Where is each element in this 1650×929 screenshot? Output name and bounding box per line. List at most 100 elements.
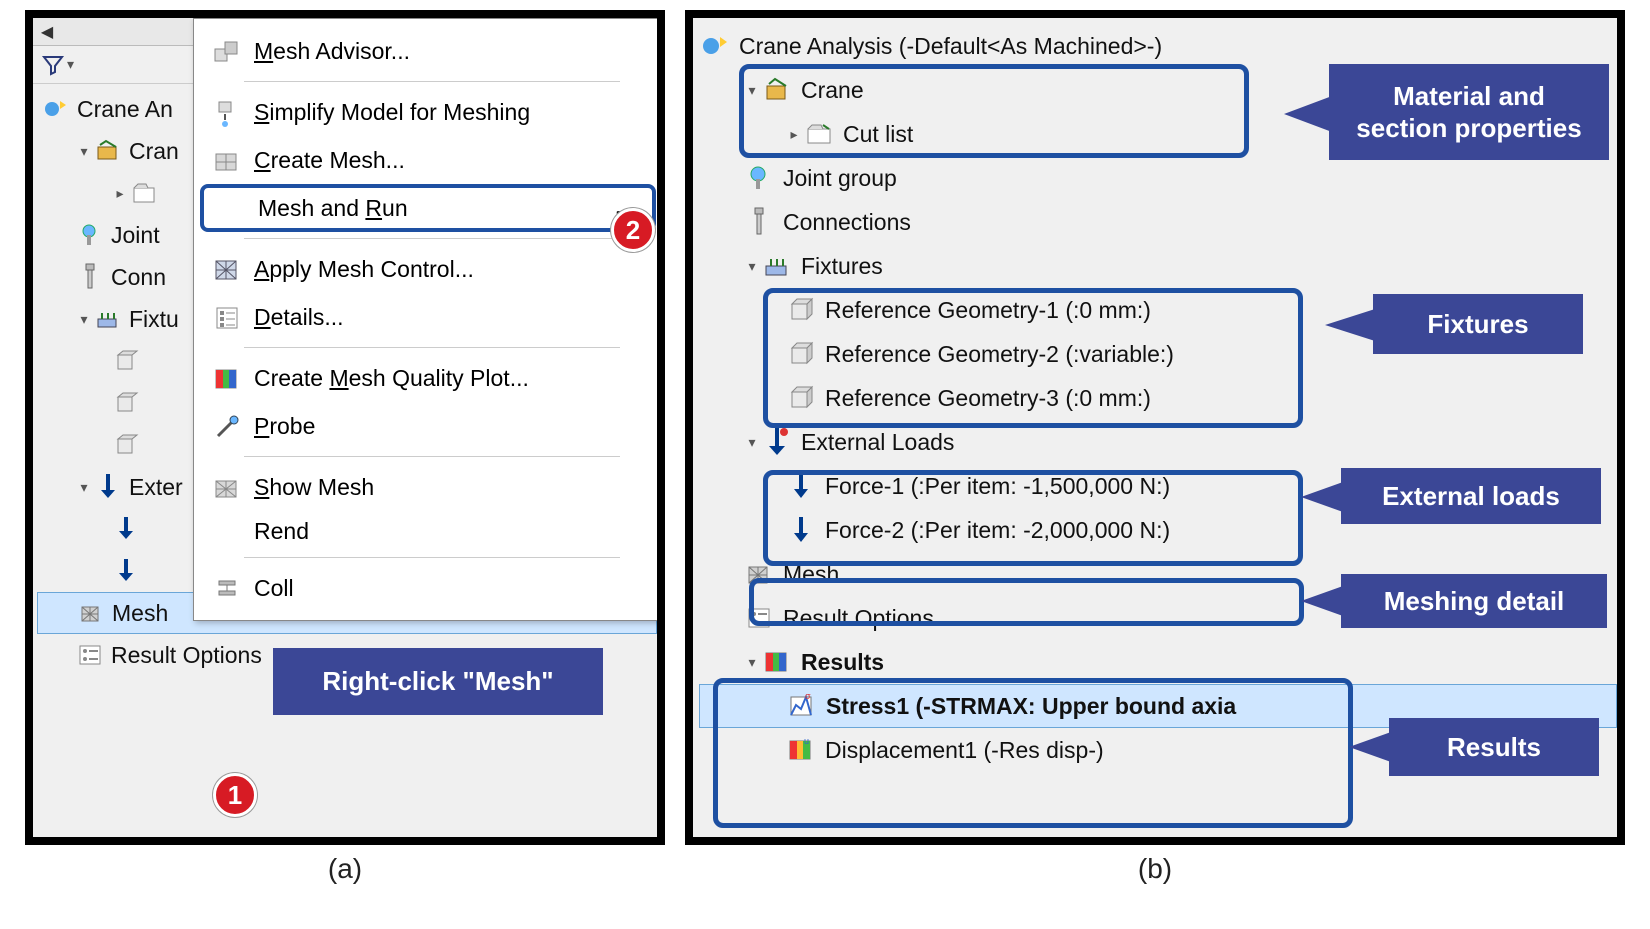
results-icon — [761, 646, 793, 678]
mesh-icon — [210, 471, 244, 505]
tree-external-b[interactable]: ▾ External Loads — [699, 420, 1617, 464]
dropdown-icon[interactable]: ▾ — [67, 56, 74, 73]
cube-icon — [111, 388, 141, 418]
callout-external-label: External loads — [1382, 481, 1560, 512]
joint-icon — [75, 220, 105, 250]
collapse-icon — [210, 572, 244, 606]
tree-ref3[interactable]: Reference Geometry-3 (:0 mm:) — [699, 376, 1617, 420]
folder-icon — [129, 178, 159, 208]
menu-details[interactable]: Details... — [200, 293, 656, 341]
displacement-plot-icon: u — [785, 734, 817, 766]
tree-results-b-label: Results — [801, 649, 884, 676]
menu-show-mesh-label: Show Mesh — [254, 474, 374, 501]
expand-icon[interactable]: ▾ — [743, 434, 761, 451]
tree-mesh-label: Mesh — [112, 600, 168, 627]
menu-create-mesh[interactable]: Create Mesh... — [200, 136, 656, 184]
menu-quality-plot[interactable]: Create Mesh Quality Plot... — [200, 354, 656, 402]
tooltip-rightclick-mesh: Right-click "Mesh" — [273, 648, 603, 715]
tree-fixtures-b[interactable]: ▾ Fixtures — [699, 244, 1617, 288]
menu-mesh-advisor-label: Mesh Advisor... — [254, 38, 410, 65]
options-icon — [743, 602, 775, 634]
tree-external-b-label: External Loads — [801, 429, 954, 456]
menu-apply-control[interactable]: Apply Mesh Control... — [200, 245, 656, 293]
force-down-icon — [785, 470, 817, 502]
options-icon — [75, 640, 105, 670]
study-icon — [699, 30, 731, 62]
tree-force1-label: Force-1 (:Per item: -1,500,000 N:) — [825, 473, 1170, 500]
tree-results-b[interactable]: ▾ Results — [699, 640, 1617, 684]
tree-connections-b[interactable]: Connections — [699, 200, 1617, 244]
tree-fixtures-label: Fixtu — [129, 306, 179, 333]
probe-icon — [210, 410, 244, 444]
menu-details-label: Details... — [254, 304, 344, 331]
mesh-icon — [743, 558, 775, 590]
mesh-icon — [76, 598, 106, 628]
tree-joint-label: Joint — [111, 222, 160, 249]
cube-icon — [785, 338, 817, 370]
tree-root-label: Crane An — [77, 96, 173, 123]
scroll-left-icon[interactable]: ◀ — [37, 22, 57, 42]
callout-material-label: Material and section properties — [1356, 80, 1581, 145]
force-icon — [761, 426, 793, 458]
mesh-cubes-icon — [210, 35, 244, 69]
blank-icon — [214, 191, 248, 225]
cube-icon — [785, 382, 817, 414]
menu-quality-label: Create Mesh Quality Plot... — [254, 365, 529, 392]
fixture-icon — [93, 304, 123, 334]
svg-text:u: u — [804, 736, 809, 746]
tree-root-b[interactable]: Crane Analysis (-Default<As Machined>-) — [699, 24, 1617, 68]
menu-separator — [244, 238, 620, 239]
menu-show-mesh[interactable]: Show Mesh — [200, 463, 656, 511]
mesh-control-icon — [210, 253, 244, 287]
funnel-icon[interactable] — [41, 53, 65, 77]
expand-icon[interactable]: ▾ — [743, 258, 761, 275]
menu-separator — [244, 557, 620, 558]
cube-icon — [785, 294, 817, 326]
menu-apply-control-label: Apply Mesh Control... — [254, 256, 474, 283]
callout-meshing: Meshing detail — [1341, 574, 1607, 628]
tooltip-label: Right-click "Mesh" — [322, 666, 553, 696]
cube-icon — [111, 430, 141, 460]
expand-icon[interactable]: ▾ — [75, 143, 93, 160]
step-badge-1: 1 — [213, 773, 257, 817]
menu-render-label: Rend — [254, 518, 309, 545]
step-badge-2: 2 — [611, 208, 655, 252]
menu-simplify-label: Simplify Model for Meshing — [254, 99, 530, 126]
expand-icon[interactable]: ▾ — [75, 479, 93, 496]
callout-fixtures-label: Fixtures — [1427, 309, 1528, 340]
tree-ref1-label: Reference Geometry-1 (:0 mm:) — [825, 297, 1151, 324]
menu-probe-label: Probe — [254, 413, 315, 440]
force-icon — [93, 472, 123, 502]
force-down-icon — [785, 514, 817, 546]
quality-plot-icon — [210, 362, 244, 396]
callout-results-label: Results — [1447, 732, 1541, 763]
expand-icon[interactable]: ▸ — [785, 126, 803, 143]
menu-mesh-advisor[interactable]: Mesh Advisor... — [200, 27, 656, 75]
expand-icon[interactable]: ▾ — [743, 82, 761, 99]
menu-mesh-and-run[interactable]: Mesh and Run ↖ — [200, 184, 656, 232]
menu-mesh-and-run-label: Mesh and Run — [258, 195, 408, 222]
expand-icon[interactable]: ▾ — [75, 311, 93, 328]
callout-material: Material and section properties — [1329, 64, 1609, 160]
caption-b: (b) — [1138, 853, 1172, 885]
expand-icon[interactable]: ▸ — [111, 185, 129, 202]
tree-ref3-label: Reference Geometry-3 (:0 mm:) — [825, 385, 1151, 412]
fixture-icon — [761, 250, 793, 282]
menu-render[interactable]: Rend — [200, 511, 656, 551]
expand-icon[interactable]: ▾ — [743, 654, 761, 671]
menu-collapse[interactable]: Coll — [200, 564, 656, 612]
menu-collapse-label: Coll — [254, 575, 294, 602]
tree-joint-b[interactable]: Joint group — [699, 156, 1617, 200]
tree-joint-b-label: Joint group — [783, 165, 897, 192]
tree-connections-label: Conn — [111, 264, 166, 291]
menu-probe[interactable]: Probe — [200, 402, 656, 450]
menu-simplify[interactable]: Simplify Model for Meshing — [200, 88, 656, 136]
svg-text:σ: σ — [805, 691, 811, 701]
caption-a: (a) — [328, 853, 362, 885]
callout-fixtures: Fixtures — [1373, 294, 1583, 354]
part-icon — [93, 136, 123, 166]
tree-crane-b-label: Crane — [801, 77, 864, 104]
cube-icon — [111, 346, 141, 376]
menu-create-mesh-label: Create Mesh... — [254, 147, 405, 174]
badge-1-text: 1 — [228, 780, 242, 811]
